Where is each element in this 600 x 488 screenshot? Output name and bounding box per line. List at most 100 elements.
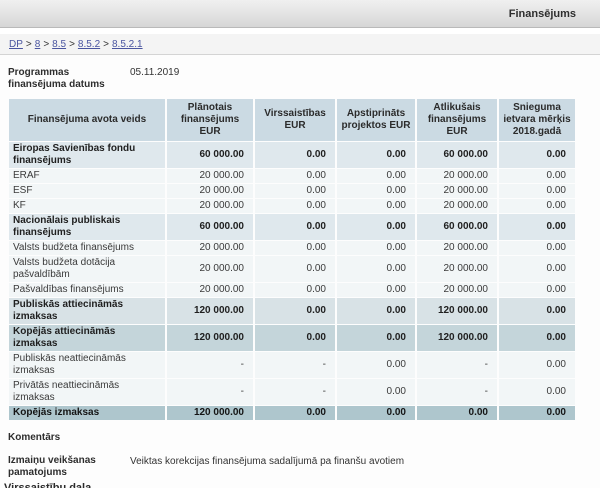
cell-value: 120 000.00 xyxy=(167,325,253,351)
cell-value: 0.00 xyxy=(255,256,335,282)
row-label: Pašvaldības finansējums xyxy=(9,283,165,297)
cell-value: 20 000.00 xyxy=(417,241,497,255)
cell-value: 60 000.00 xyxy=(167,214,253,240)
column-header: Atlikušais finansējums EUR xyxy=(417,99,497,141)
table-row: ESF 20 000.00 0.00 0.00 20 000.00 0.00 xyxy=(9,184,575,198)
program-date-row: Programmas finansējuma datums 05.11.2019 xyxy=(8,67,592,91)
cell-value: 0.00 xyxy=(255,169,335,183)
cell-value: 60 000.00 xyxy=(417,142,497,168)
cell-value: 0.00 xyxy=(337,256,415,282)
cell-value: 0.00 xyxy=(255,325,335,351)
breadcrumb-link-8-5[interactable]: 8.5 xyxy=(52,39,66,50)
column-header: Apstiprināts projektos EUR xyxy=(337,99,415,141)
breadcrumb-link-8-5-2[interactable]: 8.5.2 xyxy=(78,39,100,50)
breadcrumb-separator: > xyxy=(69,39,75,50)
cell-value: 0.00 xyxy=(337,298,415,324)
cell-value: 0.00 xyxy=(499,406,575,420)
cell-value: - xyxy=(417,352,497,378)
table-row: Publiskās neattiecināmās izmaksas - - 0.… xyxy=(9,352,575,378)
cell-value: 0.00 xyxy=(337,169,415,183)
overcommitment-section-title: Virssaistību daļa xyxy=(2,482,592,488)
cell-value: 0.00 xyxy=(255,184,335,198)
column-header: Finansējuma avota veids xyxy=(9,99,165,141)
cell-value: - xyxy=(255,379,335,405)
cell-value: 0.00 xyxy=(499,142,575,168)
table-row: ERAF 20 000.00 0.00 0.00 20 000.00 0.00 xyxy=(9,169,575,183)
program-date-label: Programmas finansējuma datums xyxy=(8,67,126,91)
cell-value: - xyxy=(167,379,253,405)
cell-value: 0.00 xyxy=(499,241,575,255)
cell-value: - xyxy=(417,379,497,405)
cell-value: 60 000.00 xyxy=(417,214,497,240)
cell-value: 20 000.00 xyxy=(417,256,497,282)
row-label: Valsts budžeta dotācija pašvaldībām xyxy=(9,256,165,282)
cell-value: - xyxy=(167,352,253,378)
table-row: Kopējās izmaksas 120 000.00 0.00 0.00 0.… xyxy=(9,406,575,420)
cell-value: 0.00 xyxy=(499,283,575,297)
row-label: Privātās neattiecināmās izmaksas xyxy=(9,379,165,405)
cell-value: 120 000.00 xyxy=(167,298,253,324)
row-label: Valsts budžeta finansējums xyxy=(9,241,165,255)
cell-value: 0.00 xyxy=(499,379,575,405)
cell-value: 0.00 xyxy=(337,142,415,168)
change-reason-label: Izmaiņu veikšanas pamatojums xyxy=(8,455,126,479)
main-content: Programmas finansējuma datums 05.11.2019… xyxy=(0,67,600,488)
cell-value: 0.00 xyxy=(499,325,575,351)
cell-value: 120 000.00 xyxy=(417,325,497,351)
table-row: KF 20 000.00 0.00 0.00 20 000.00 0.00 xyxy=(9,199,575,213)
cell-value: 0.00 xyxy=(337,283,415,297)
cell-value: 0.00 xyxy=(337,199,415,213)
cell-value: 0.00 xyxy=(255,199,335,213)
cell-value: 0.00 xyxy=(255,142,335,168)
cell-value: 0.00 xyxy=(337,184,415,198)
row-label: Kopējās izmaksas xyxy=(9,406,165,420)
cell-value: 20 000.00 xyxy=(417,283,497,297)
cell-value: 0.00 xyxy=(499,256,575,282)
column-header: Snieguma ietvara mērķis 2018.gadā xyxy=(499,99,575,141)
breadcrumb: DP>8>8.5>8.5.2>8.5.2.1 xyxy=(0,34,600,55)
cell-value: - xyxy=(255,352,335,378)
cell-value: 0.00 xyxy=(337,406,415,420)
row-label: Nacionālais publiskais finansējums xyxy=(9,214,165,240)
breadcrumb-separator: > xyxy=(43,39,49,50)
column-header: Plānotais finansējums EUR xyxy=(167,99,253,141)
cell-value: 0.00 xyxy=(417,406,497,420)
cell-value: 20 000.00 xyxy=(167,283,253,297)
table-row: Nacionālais publiskais finansējums 60 00… xyxy=(9,214,575,240)
row-label: Publiskās attiecināmās izmaksas xyxy=(9,298,165,324)
table-row: Valsts budžeta finansējums 20 000.00 0.0… xyxy=(9,241,575,255)
cell-value: 0.00 xyxy=(337,352,415,378)
cell-value: 20 000.00 xyxy=(167,184,253,198)
cell-value: 0.00 xyxy=(499,298,575,324)
row-label: ERAF xyxy=(9,169,165,183)
cell-value: 0.00 xyxy=(255,406,335,420)
table-row: Privātās neattiecināmās izmaksas - - 0.0… xyxy=(9,379,575,405)
table-row: Eiropas Savienības fondu finansējums 60 … xyxy=(9,142,575,168)
breadcrumb-link-8[interactable]: 8 xyxy=(35,39,41,50)
cell-value: 0.00 xyxy=(255,298,335,324)
cell-value: 60 000.00 xyxy=(167,142,253,168)
cell-value: 0.00 xyxy=(255,241,335,255)
cell-value: 0.00 xyxy=(499,199,575,213)
page-title: Finansējums xyxy=(509,8,600,20)
finance-table: Finansējuma avota veids Plānotais finans… xyxy=(7,98,577,421)
breadcrumb-separator: > xyxy=(26,39,32,50)
title-bar: Finansējums xyxy=(0,0,600,28)
cell-value: 20 000.00 xyxy=(417,184,497,198)
cell-value: 0.00 xyxy=(499,169,575,183)
table-row: Valsts budžeta dotācija pašvaldībām 20 0… xyxy=(9,256,575,282)
change-reason-row: Izmaiņu veikšanas pamatojums Veiktas kor… xyxy=(8,455,592,479)
row-label: Kopējās attiecināmās izmaksas xyxy=(9,325,165,351)
cell-value: 20 000.00 xyxy=(167,256,253,282)
breadcrumb-link-8-5-2-1[interactable]: 8.5.2.1 xyxy=(112,39,143,50)
column-header: Virssaistības EUR xyxy=(255,99,335,141)
cell-value: 0.00 xyxy=(255,283,335,297)
row-label: Eiropas Savienības fondu finansējums xyxy=(9,142,165,168)
breadcrumb-link-dp[interactable]: DP xyxy=(9,39,23,50)
cell-value: 0.00 xyxy=(337,241,415,255)
cell-value: 0.00 xyxy=(337,379,415,405)
page: Finansējums DP>8>8.5>8.5.2>8.5.2.1 Progr… xyxy=(0,0,600,488)
comment-label: Komentārs xyxy=(8,432,592,443)
cell-value: 0.00 xyxy=(337,214,415,240)
cell-value: 0.00 xyxy=(499,352,575,378)
